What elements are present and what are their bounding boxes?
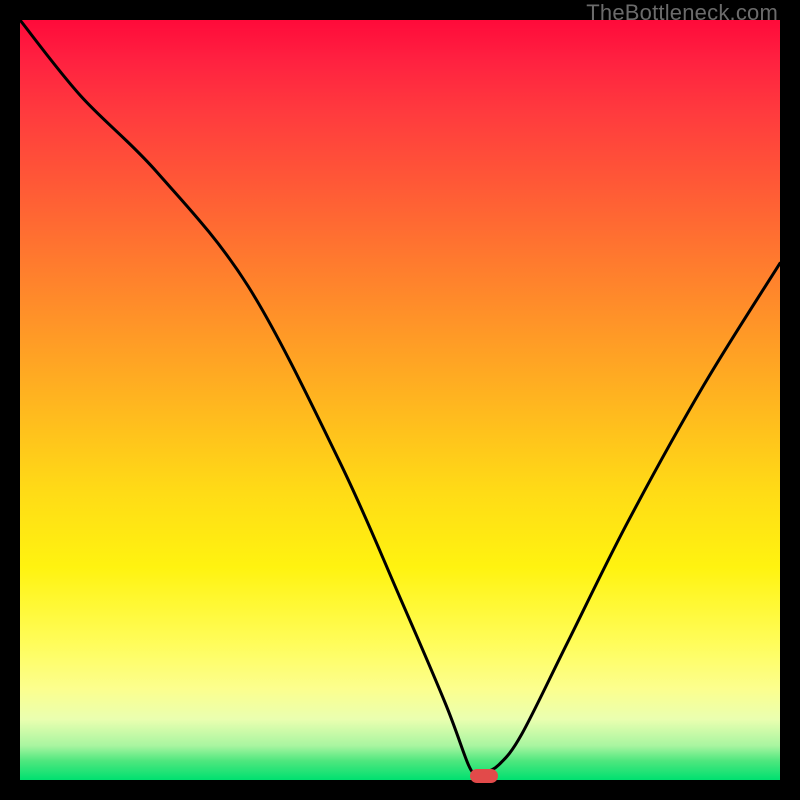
chart-container: TheBottleneck.com — [0, 0, 800, 800]
minimum-marker — [470, 769, 498, 783]
bottleneck-curve — [20, 20, 780, 780]
plot-area — [20, 20, 780, 780]
